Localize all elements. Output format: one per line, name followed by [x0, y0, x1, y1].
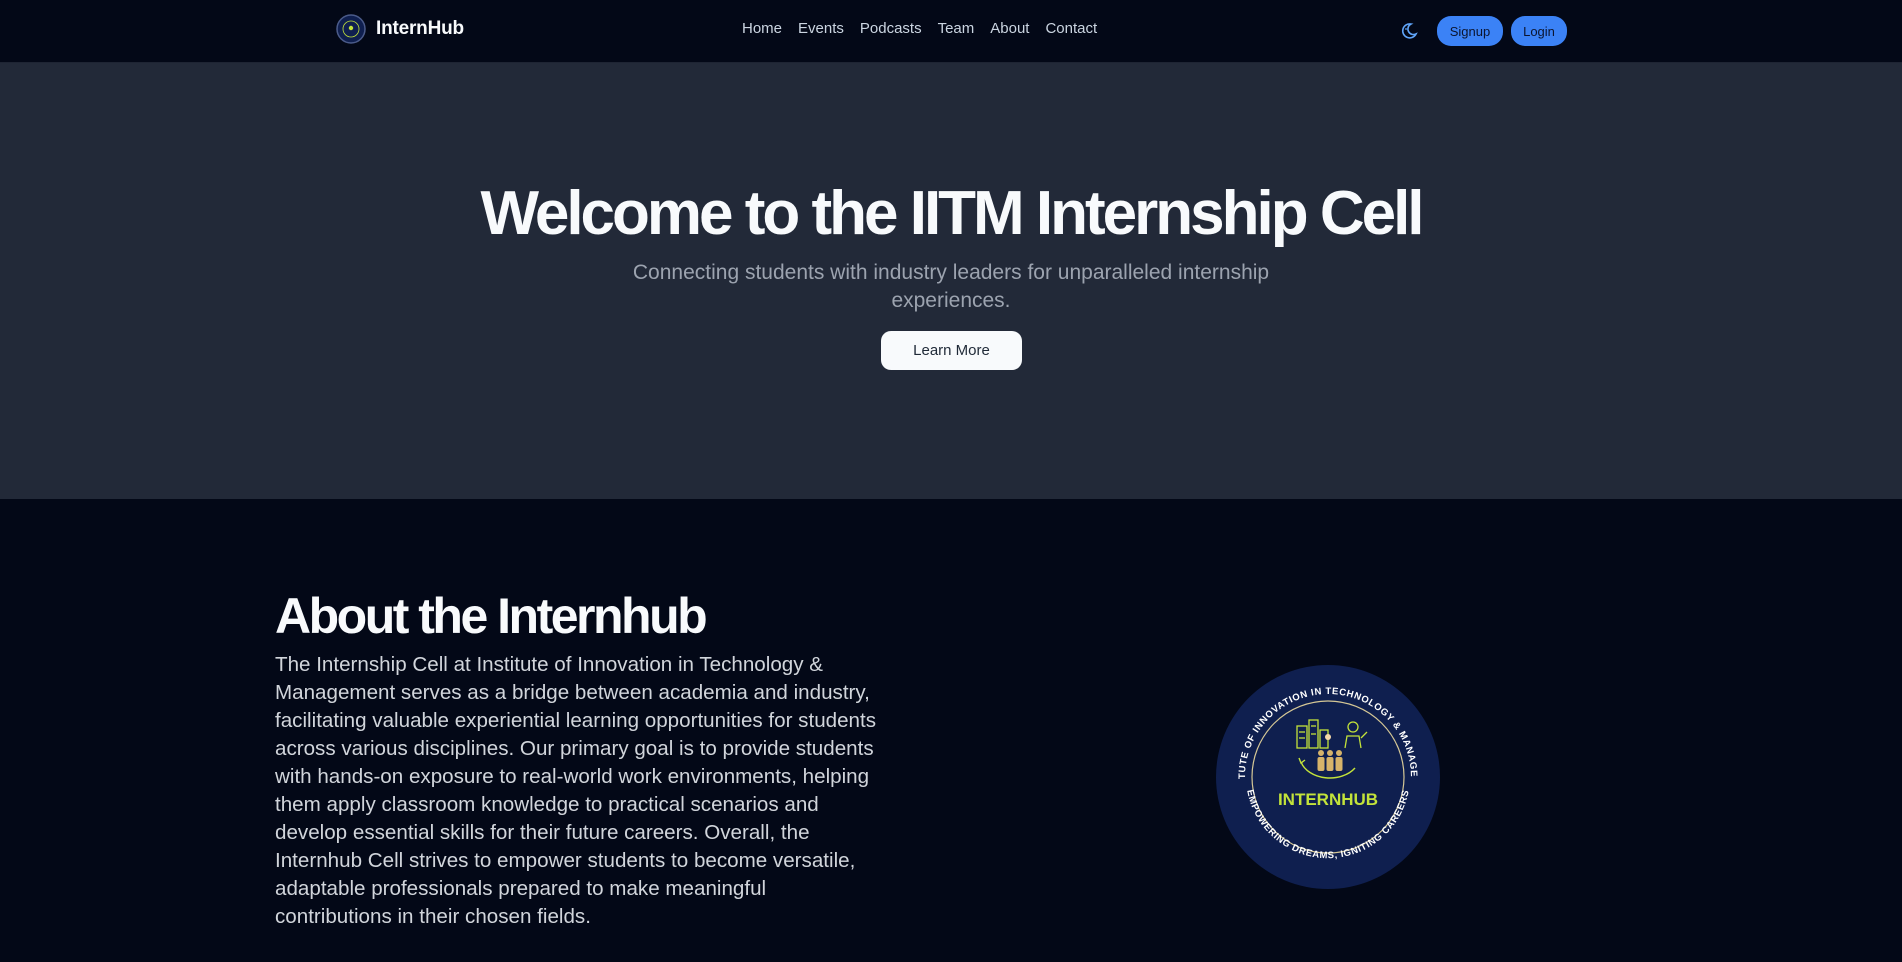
- about-body: The Internship Cell at Institute of Inno…: [275, 653, 877, 928]
- nav-events[interactable]: Events: [798, 20, 844, 37]
- about-section: About the Internhub The Internship Cell …: [0, 499, 1902, 962]
- brand-name: InternHub: [376, 18, 464, 39]
- brand-logo-icon: [336, 14, 366, 44]
- login-button[interactable]: Login: [1511, 16, 1567, 46]
- nav-team[interactable]: Team: [938, 20, 975, 37]
- main-nav: Home Events Podcasts Team About Contact: [742, 20, 1097, 37]
- signup-button[interactable]: Signup: [1437, 16, 1503, 46]
- hero-subtitle: Connecting students with industry leader…: [632, 261, 1270, 312]
- nav-contact[interactable]: Contact: [1045, 20, 1097, 37]
- nav-about[interactable]: About: [990, 20, 1029, 37]
- hero-section: Welcome to the IITM Internship Cell Conn…: [0, 63, 1902, 499]
- internhub-seal: INSTITUTE OF INNOVATION IN TECHNOLOGY & …: [1215, 664, 1440, 889]
- about-title: About the Internhub: [275, 588, 708, 644]
- top-navbar: InternHub Home Events Podcasts Team Abou…: [0, 0, 1902, 63]
- hero-title: Welcome to the IITM Internship Cell: [480, 179, 1424, 248]
- brand[interactable]: InternHub: [336, 14, 464, 44]
- seal-center-text: INTERNHUB: [1278, 790, 1378, 809]
- moon-icon[interactable]: [1398, 20, 1420, 42]
- nav-podcasts[interactable]: Podcasts: [860, 20, 922, 37]
- learn-more-button[interactable]: Learn More: [881, 331, 1022, 370]
- nav-home[interactable]: Home: [742, 20, 782, 37]
